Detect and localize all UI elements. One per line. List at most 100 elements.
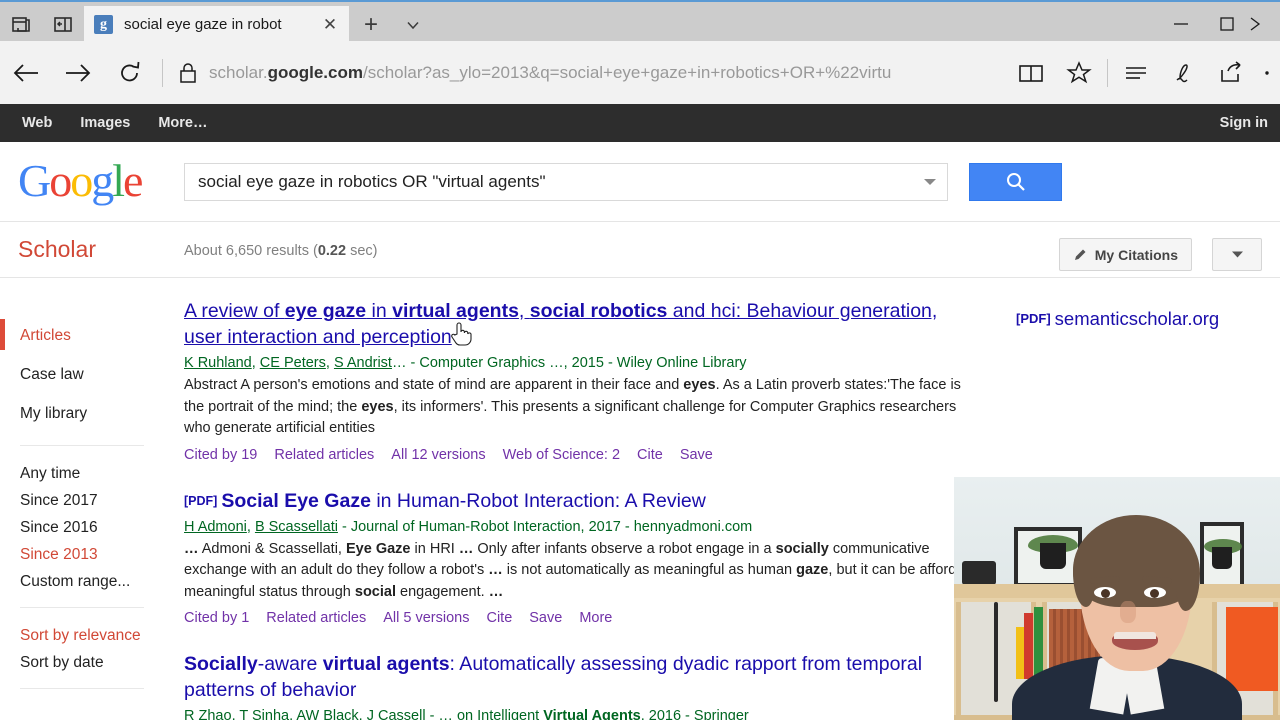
- results-count-suffix: sec): [346, 243, 378, 259]
- cite-link[interactable]: Cite: [486, 610, 512, 626]
- tab-preview-icon[interactable]: [10, 13, 32, 35]
- set-aside-tabs-icon[interactable]: [52, 13, 74, 35]
- forward-arrow-icon[interactable]: [52, 51, 104, 95]
- save-link[interactable]: Save: [680, 447, 713, 463]
- gbar-link-more[interactable]: More…: [144, 115, 221, 131]
- sidebar-item-label: Case law: [20, 365, 84, 383]
- sidebar-item-label: Sort by date: [20, 653, 104, 671]
- search-input[interactable]: [185, 165, 913, 199]
- title-bar: g social eye gaze in robot ✕ +: [0, 0, 1280, 43]
- result-action-links: Cited by 19 Related articles All 12 versio…: [184, 444, 974, 466]
- sidebar: Articles Case law My library Any time Si…: [0, 278, 164, 703]
- google-logo[interactable]: Google: [18, 155, 143, 206]
- pdf-source-label: semanticscholar.org: [1054, 308, 1220, 329]
- logo-letter-l: l: [112, 155, 125, 206]
- my-citations-button[interactable]: My Citations: [1058, 238, 1192, 271]
- address-bar[interactable]: scholar.google.com/scholar?as_ylo=2013&q…: [205, 51, 1007, 95]
- orange-binder: [1226, 607, 1278, 691]
- result-title-link[interactable]: Socially-aware virtual agents: Automatic…: [184, 651, 974, 703]
- sidebar-item-any-time[interactable]: Any time: [0, 460, 164, 487]
- all-versions-link[interactable]: All 12 versions: [391, 447, 485, 463]
- sidebar-divider-3: [20, 688, 144, 689]
- sidebar-item-since-2016[interactable]: Since 2016: [0, 514, 164, 541]
- sidebar-item-label: Articles: [20, 326, 71, 344]
- sidebar-item-articles[interactable]: Articles: [0, 316, 164, 355]
- hanging-cable: [994, 602, 998, 702]
- hand-pointer-cursor: [450, 320, 472, 346]
- plant-pot-left: [1040, 543, 1066, 569]
- logo-letter-e: e: [123, 155, 143, 206]
- close-button[interactable]: [1250, 4, 1280, 43]
- new-tab-button[interactable]: +: [356, 10, 386, 40]
- minimize-button[interactable]: [1158, 4, 1204, 43]
- related-articles-link[interactable]: Related articles: [266, 610, 366, 626]
- web-notes-pen-icon[interactable]: [1160, 51, 1208, 95]
- sidebar-item-my-library[interactable]: My library: [0, 394, 164, 433]
- nose: [1120, 601, 1136, 623]
- hub-icon[interactable]: [1112, 51, 1160, 95]
- sidebar-item-label: Any time: [20, 464, 81, 482]
- result-snippet: … Admoni & Scassellati, Eye Gaze in HRI …: [184, 540, 973, 600]
- share-icon[interactable]: [1208, 51, 1256, 95]
- result-side-pdf-link[interactable]: [PDF] semanticscholar.org: [1016, 308, 1219, 330]
- cited-by-link[interactable]: Cited by 1: [184, 610, 249, 626]
- pdf-tag: [PDF]: [1016, 311, 1051, 326]
- more-link[interactable]: More: [579, 610, 612, 626]
- scholar-favicon-icon: g: [94, 15, 113, 34]
- titlebar-left-icons: [0, 4, 84, 43]
- related-articles-link[interactable]: Related articles: [274, 447, 374, 463]
- result-authors-meta[interactable]: R Zhao, T Sinha, AW Black, J Cassell - ……: [184, 706, 974, 720]
- teeth: [1114, 632, 1156, 639]
- search-results-list: A review of eye gaze in virtual agents, …: [184, 298, 974, 720]
- pdf-tag: [PDF]: [184, 493, 218, 508]
- gbar-link-web[interactable]: Web: [0, 115, 66, 131]
- sidebar-item-sort-by-date[interactable]: Sort by date: [0, 649, 164, 676]
- sidebar-item-since-2017[interactable]: Since 2017: [0, 487, 164, 514]
- result-title-link[interactable]: [PDF] Social Eye Gaze in Human-Robot Inte…: [184, 488, 974, 514]
- tab-menu-chevron-down-icon[interactable]: [398, 10, 428, 40]
- save-link[interactable]: Save: [529, 610, 562, 626]
- result-authors-meta[interactable]: K Ruhland, CE Peters, S Andrist… - Compu…: [184, 353, 974, 373]
- caret-down-icon: [1231, 251, 1243, 258]
- plant-pot-right: [1212, 547, 1232, 569]
- sign-in-link[interactable]: Sign in: [1220, 115, 1280, 131]
- search-history-caret-down-icon[interactable]: [913, 164, 947, 200]
- cited-by-link[interactable]: Cited by 19: [184, 447, 257, 463]
- result-title-text: Social Eye Gaze in Human-Robot Interacti…: [221, 489, 706, 512]
- more-dots-icon[interactable]: [1256, 51, 1278, 95]
- sidebar-item-since-2013[interactable]: Since 2013: [0, 541, 164, 568]
- reading-view-icon[interactable]: [1007, 51, 1055, 95]
- refresh-icon[interactable]: [104, 51, 156, 95]
- search-button[interactable]: [969, 163, 1062, 201]
- web-of-science-link[interactable]: Web of Science: 2: [503, 447, 620, 463]
- citations-dropdown-button[interactable]: [1212, 238, 1262, 271]
- result-title-link[interactable]: A review of eye gaze in virtual agents, …: [184, 298, 974, 350]
- maximize-button[interactable]: [1204, 4, 1250, 43]
- all-versions-link[interactable]: All 5 versions: [383, 610, 469, 626]
- pencil-icon: [1073, 247, 1088, 262]
- back-arrow-icon[interactable]: [0, 51, 52, 95]
- browser-window: g social eye gaze in robot ✕ + scholar.g…: [0, 0, 1280, 720]
- result-snippet: Abstract A person's emotions and state o…: [184, 377, 961, 436]
- sidebar-time-filters: Any time Since 2017 Since 2016 Since 201…: [0, 460, 164, 595]
- gbar-link-images[interactable]: Images: [66, 115, 144, 131]
- browser-tab[interactable]: g social eye gaze in robot ✕: [84, 6, 349, 43]
- favorites-star-icon[interactable]: [1055, 51, 1103, 95]
- results-count-prefix: About 6,650 results (: [184, 243, 318, 259]
- colored-books: [1016, 599, 1046, 679]
- sidebar-item-case-law[interactable]: Case law: [0, 355, 164, 394]
- results-status-bar: Scholar About 6,650 results (0.22 sec) M…: [0, 222, 1280, 278]
- sidebar-item-sort-by-relevance[interactable]: Sort by relevance: [0, 622, 164, 649]
- search-box[interactable]: [184, 163, 948, 201]
- toolbar-divider-2: [1107, 58, 1108, 87]
- window-controls: [1158, 4, 1280, 43]
- cite-link[interactable]: Cite: [637, 447, 663, 463]
- shelf-object: [962, 561, 996, 585]
- result-authors-meta[interactable]: H Admoni, B Scassellati - Journal of Hum…: [184, 517, 974, 537]
- tab-close-icon[interactable]: ✕: [317, 12, 343, 38]
- sidebar-item-custom-range[interactable]: Custom range...: [0, 568, 164, 595]
- result-item: Socially-aware virtual agents: Automatic…: [184, 651, 974, 720]
- toolbar-right-icons: [1007, 51, 1280, 95]
- pupil-left: [1101, 589, 1110, 598]
- sidebar-item-label: Custom range...: [20, 572, 131, 590]
